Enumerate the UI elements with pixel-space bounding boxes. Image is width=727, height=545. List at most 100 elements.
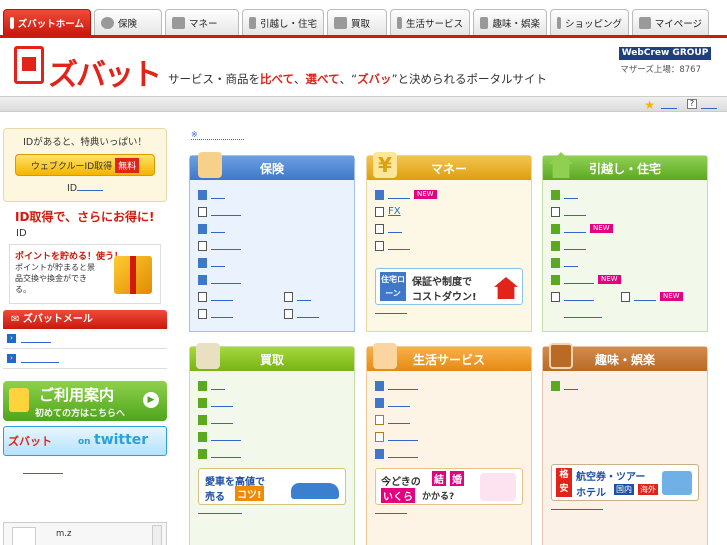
id-link[interactable]: ID <box>4 182 166 194</box>
item-link[interactable] <box>211 309 233 318</box>
item-link[interactable] <box>211 207 241 216</box>
item-link[interactable] <box>297 309 319 318</box>
item-link[interactable] <box>211 381 225 390</box>
tab-life[interactable]: 生活サービス <box>390 9 470 35</box>
list-item[interactable] <box>198 428 346 445</box>
tweet-user-name[interactable]: m.z <box>56 529 71 539</box>
travel-banner[interactable]: 格安 航空券・ツアー ホテル 国内 海外 <box>551 464 699 501</box>
list-item-col2[interactable] <box>284 291 311 302</box>
list-item[interactable] <box>375 377 523 394</box>
list-item[interactable] <box>375 220 523 237</box>
item-link[interactable] <box>388 398 410 407</box>
more-link[interactable] <box>375 313 407 314</box>
guide-banner[interactable]: ご利用案内 初めての方はこちらへ ▶ <box>3 381 167 421</box>
list-item[interactable] <box>198 411 346 428</box>
tab-money[interactable]: マネー <box>165 9 239 35</box>
category-header[interactable]: 趣味・娯楽 <box>543 343 707 371</box>
favorites-link[interactable] <box>661 108 677 109</box>
item-link[interactable] <box>211 190 225 199</box>
category-header[interactable]: ¥ マネー <box>367 152 531 180</box>
list-item[interactable] <box>198 237 346 254</box>
list-item[interactable]: FX <box>375 203 523 220</box>
item-link[interactable] <box>388 381 418 390</box>
get-id-button[interactable]: ウェブクルーID取得 無料 <box>15 154 155 176</box>
list-item[interactable] <box>551 237 699 254</box>
list-item[interactable] <box>375 237 523 254</box>
list-item[interactable]: NEW <box>375 186 523 203</box>
category-header[interactable]: 買取 <box>190 343 354 371</box>
list-item[interactable] <box>551 305 699 322</box>
list-item[interactable] <box>375 428 523 445</box>
car-sale-banner[interactable]: 愛車を高値で 売る コツ! <box>198 468 346 505</box>
site-logo[interactable]: ズバット <box>14 46 164 93</box>
item-link[interactable] <box>564 224 586 233</box>
webcrew-group-logo[interactable]: WebCrew GROUP <box>619 47 711 60</box>
list-item[interactable] <box>551 377 699 394</box>
list-item-col2[interactable]: NEW <box>621 291 683 302</box>
points-banner[interactable]: ポイントを貯める！使う！ ポイントが貯まると景品交換や換金ができる。 <box>9 244 161 304</box>
list-item[interactable]: NEW <box>551 271 699 288</box>
item-link[interactable] <box>564 309 602 318</box>
wedding-banner[interactable]: 今どきの 結 婚 いくら かかる? <box>375 468 523 505</box>
tab-housing[interactable]: 引越し・住宅 <box>242 9 324 35</box>
category-header[interactable]: 引越し・住宅 <box>543 152 707 180</box>
item-link[interactable] <box>388 241 410 250</box>
home-loan-banner[interactable]: 住宅ローン 保証や制度で コストダウン! <box>375 268 523 305</box>
more-link[interactable] <box>375 513 407 514</box>
list-item[interactable] <box>198 186 346 203</box>
tab-home[interactable]: ズバットホーム <box>3 9 91 35</box>
tab-hobby[interactable]: 趣味・娯楽 <box>473 9 547 35</box>
item-link[interactable] <box>564 381 578 390</box>
mail-link-row[interactable]: › <box>3 349 167 369</box>
tab-mypage[interactable]: マイページ <box>632 9 709 35</box>
item-link[interactable] <box>211 398 233 407</box>
mail-link-row[interactable]: › <box>3 329 167 349</box>
item-link[interactable] <box>211 224 225 233</box>
item-link[interactable] <box>388 432 418 441</box>
mail-link[interactable] <box>21 334 51 343</box>
list-item[interactable] <box>551 254 699 271</box>
list-item[interactable] <box>551 186 699 203</box>
list-item[interactable] <box>198 254 346 271</box>
item-link[interactable] <box>634 292 656 301</box>
item-link[interactable] <box>211 275 241 284</box>
list-item-col2[interactable] <box>284 308 319 319</box>
help-link[interactable] <box>701 108 717 109</box>
tab-kaitori[interactable]: 買取 <box>327 9 387 35</box>
item-link[interactable] <box>211 432 241 441</box>
more-link[interactable] <box>551 509 603 510</box>
list-item[interactable] <box>198 271 346 288</box>
item-link[interactable] <box>211 258 225 267</box>
list-item[interactable]: NEW <box>551 288 699 305</box>
item-link[interactable] <box>388 449 418 458</box>
mail-link[interactable] <box>21 354 59 363</box>
category-header[interactable]: 保険 <box>190 152 354 180</box>
list-item[interactable] <box>551 203 699 220</box>
top-note-link[interactable]: ※ <box>191 130 244 140</box>
list-item[interactable] <box>198 445 346 462</box>
item-link[interactable] <box>297 292 311 301</box>
item-link[interactable] <box>211 449 241 458</box>
item-link[interactable] <box>564 258 578 267</box>
twitter-link[interactable] <box>23 473 63 474</box>
item-link[interactable] <box>564 292 594 301</box>
list-item[interactable] <box>198 394 346 411</box>
list-item[interactable] <box>375 445 523 462</box>
list-item[interactable] <box>375 411 523 428</box>
item-link[interactable] <box>564 241 586 250</box>
item-link[interactable] <box>388 224 402 233</box>
tab-shopping[interactable]: ショッピング <box>550 9 629 35</box>
item-link[interactable] <box>564 190 578 199</box>
item-link[interactable] <box>211 292 233 301</box>
category-header[interactable]: 生活サービス <box>367 343 531 371</box>
fx-link[interactable]: FX <box>388 206 401 217</box>
list-item[interactable] <box>198 288 346 305</box>
item-link[interactable] <box>211 241 241 250</box>
list-item[interactable]: NEW <box>551 220 699 237</box>
scrollbar[interactable] <box>152 525 162 545</box>
item-link[interactable] <box>388 415 410 424</box>
twitter-banner[interactable]: ズバット on twitter <box>3 426 167 456</box>
item-link[interactable] <box>211 415 233 424</box>
list-item[interactable] <box>198 305 346 322</box>
list-item[interactable] <box>198 220 346 237</box>
